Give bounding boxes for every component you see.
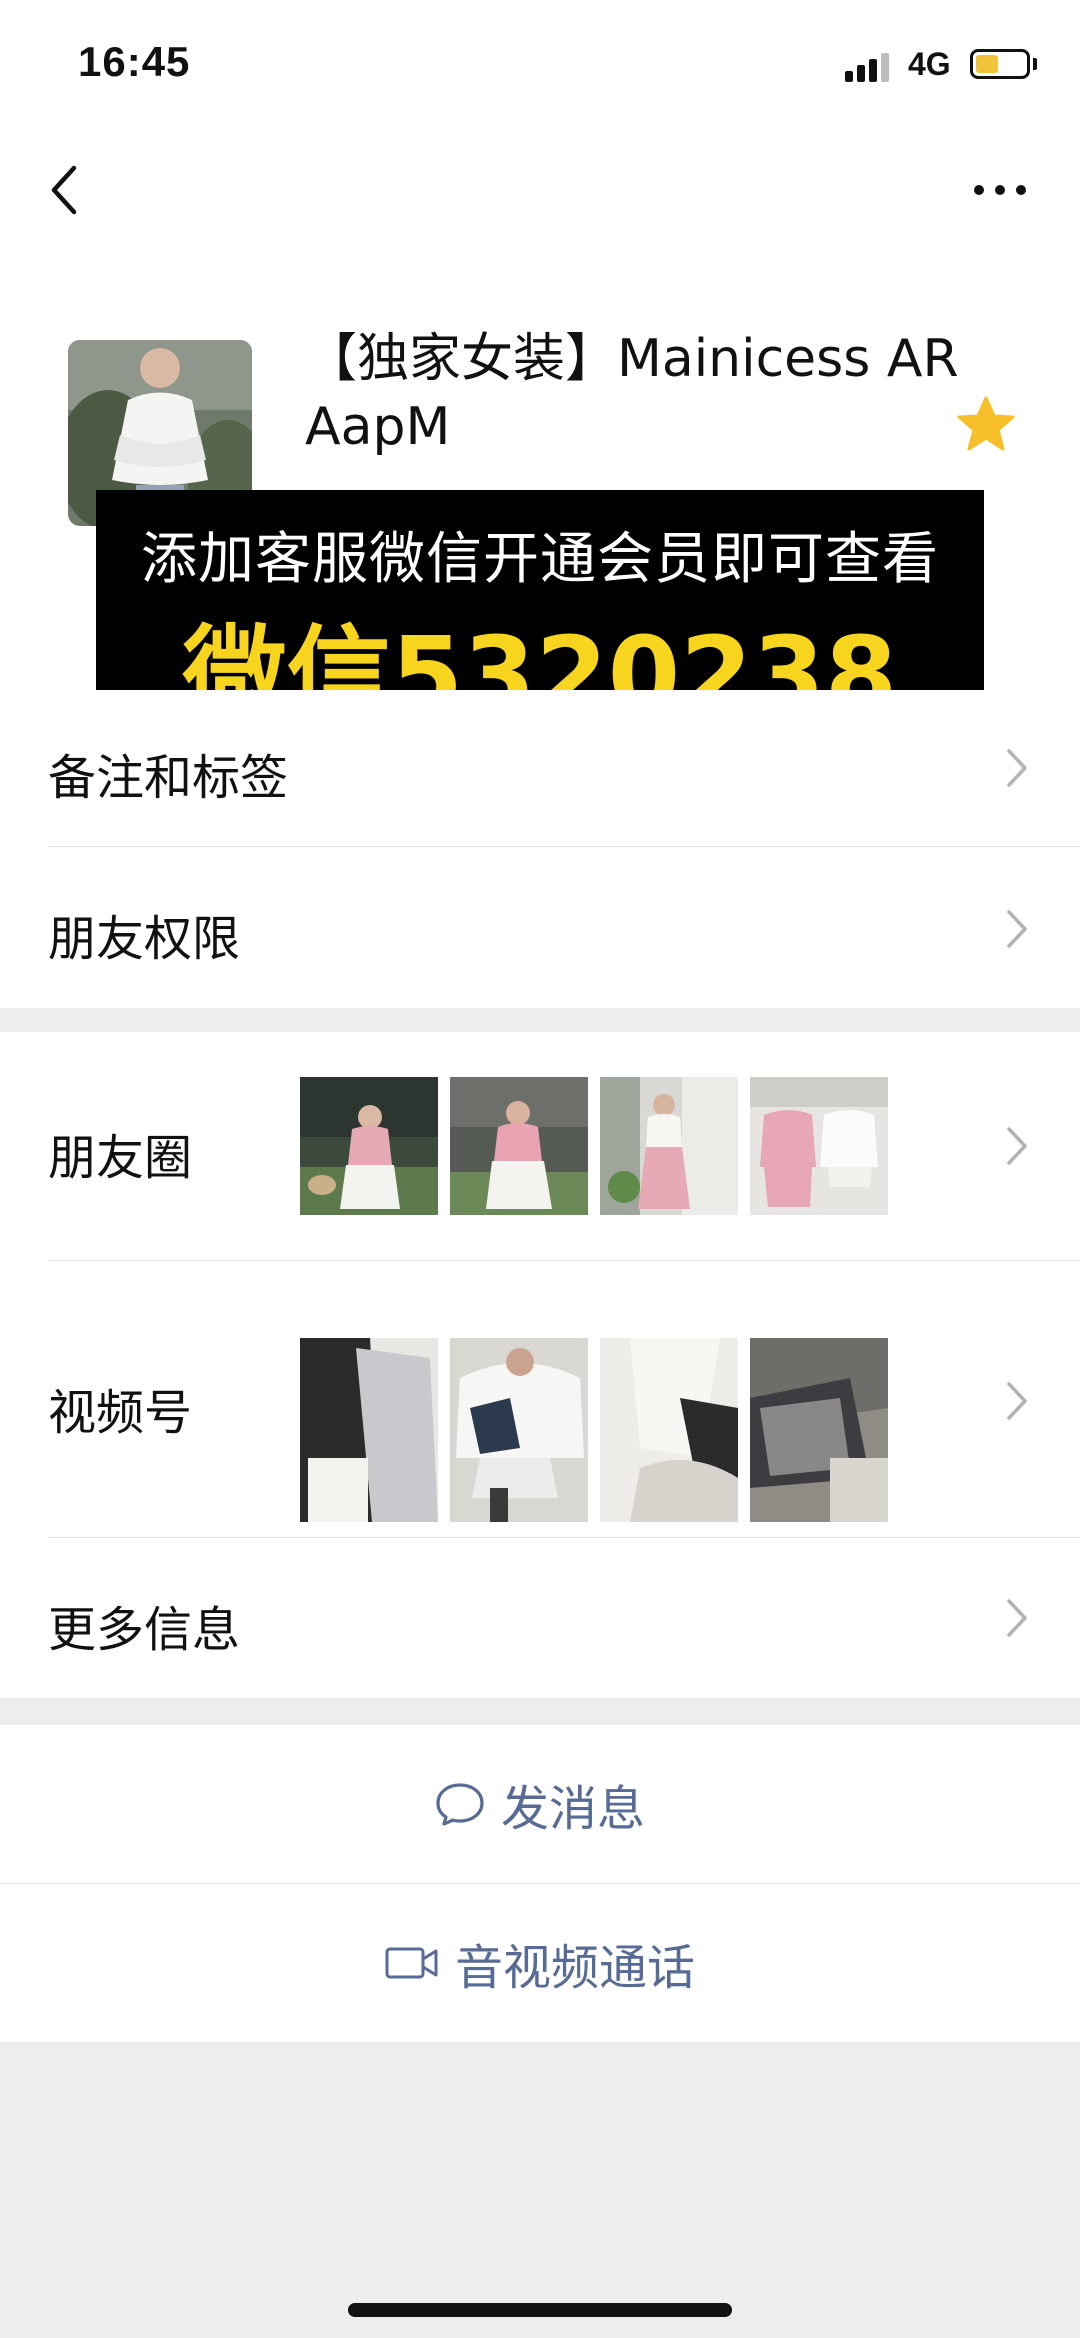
overlay-headline: 添加客服微信开通会员即可查看 [141,527,939,592]
status-bar: 16:45 4G [0,0,1080,130]
more-options-icon[interactable] [970,170,1030,210]
moments-thumbnail [300,1077,438,1215]
video-camera-icon [385,1947,438,1979]
moments-thumbnail [450,1077,588,1215]
chevron-right-icon [1006,1126,1028,1166]
chevron-right-icon [1006,1381,1028,1421]
row-notes-tags[interactable]: 备注和标签 [0,690,1080,847]
chevron-right-icon [1006,748,1028,788]
profile-name: 【独家女装】Mainicess ARAapM [305,329,959,457]
send-message-label: 发消息 [500,1781,645,1837]
star-icon[interactable] [956,395,1016,453]
send-message-button[interactable]: 发消息 [0,1725,1080,1883]
row-friend-permissions[interactable]: 朋友权限 [0,847,1080,1008]
chevron-right-icon [1006,909,1028,949]
battery-icon [970,49,1030,79]
row-moments-label: 朋友圈 [48,1130,193,1186]
video-call-label: 音视频通话 [454,1940,695,1996]
channels-thumbnail [450,1338,588,1522]
video-call-button[interactable]: 音视频通话 [0,1884,1080,2042]
row-channels-label: 视频号 [48,1385,193,1441]
row-friend-permissions-label: 朋友权限 [48,911,241,967]
contact-profile-page: 16:45 4G 【独家女装】Mainicess ARAapM 添加客服微信开通… [0,0,1080,2338]
status-time: 16:45 [78,38,191,85]
row-channels[interactable]: 视频号 [0,1261,1080,1537]
channels-thumbnail [750,1338,888,1522]
content-section: 朋友圈 视频号 更多信息 [0,1032,1080,1698]
row-notes-tags-label: 备注和标签 [48,750,289,806]
chat-bubble-icon [436,1783,484,1826]
home-indicator [348,2303,732,2317]
moments-thumbnail [600,1077,738,1215]
row-more-info-label: 更多信息 [48,1602,241,1658]
battery-level [976,55,998,73]
channels-thumbnail [600,1338,738,1522]
row-moments[interactable]: 朋友圈 [0,1032,1080,1260]
channels-thumbnail [300,1338,438,1522]
back-icon[interactable] [44,160,88,220]
chevron-right-icon [1006,1598,1028,1638]
moments-thumbnail [750,1077,888,1215]
battery-cap [1033,58,1037,70]
row-more-info[interactable]: 更多信息 [0,1538,1080,1698]
network-type: 4G [908,46,951,82]
signal-icon [845,50,895,82]
settings-section: 备注和标签 朋友权限 [0,690,1080,1008]
